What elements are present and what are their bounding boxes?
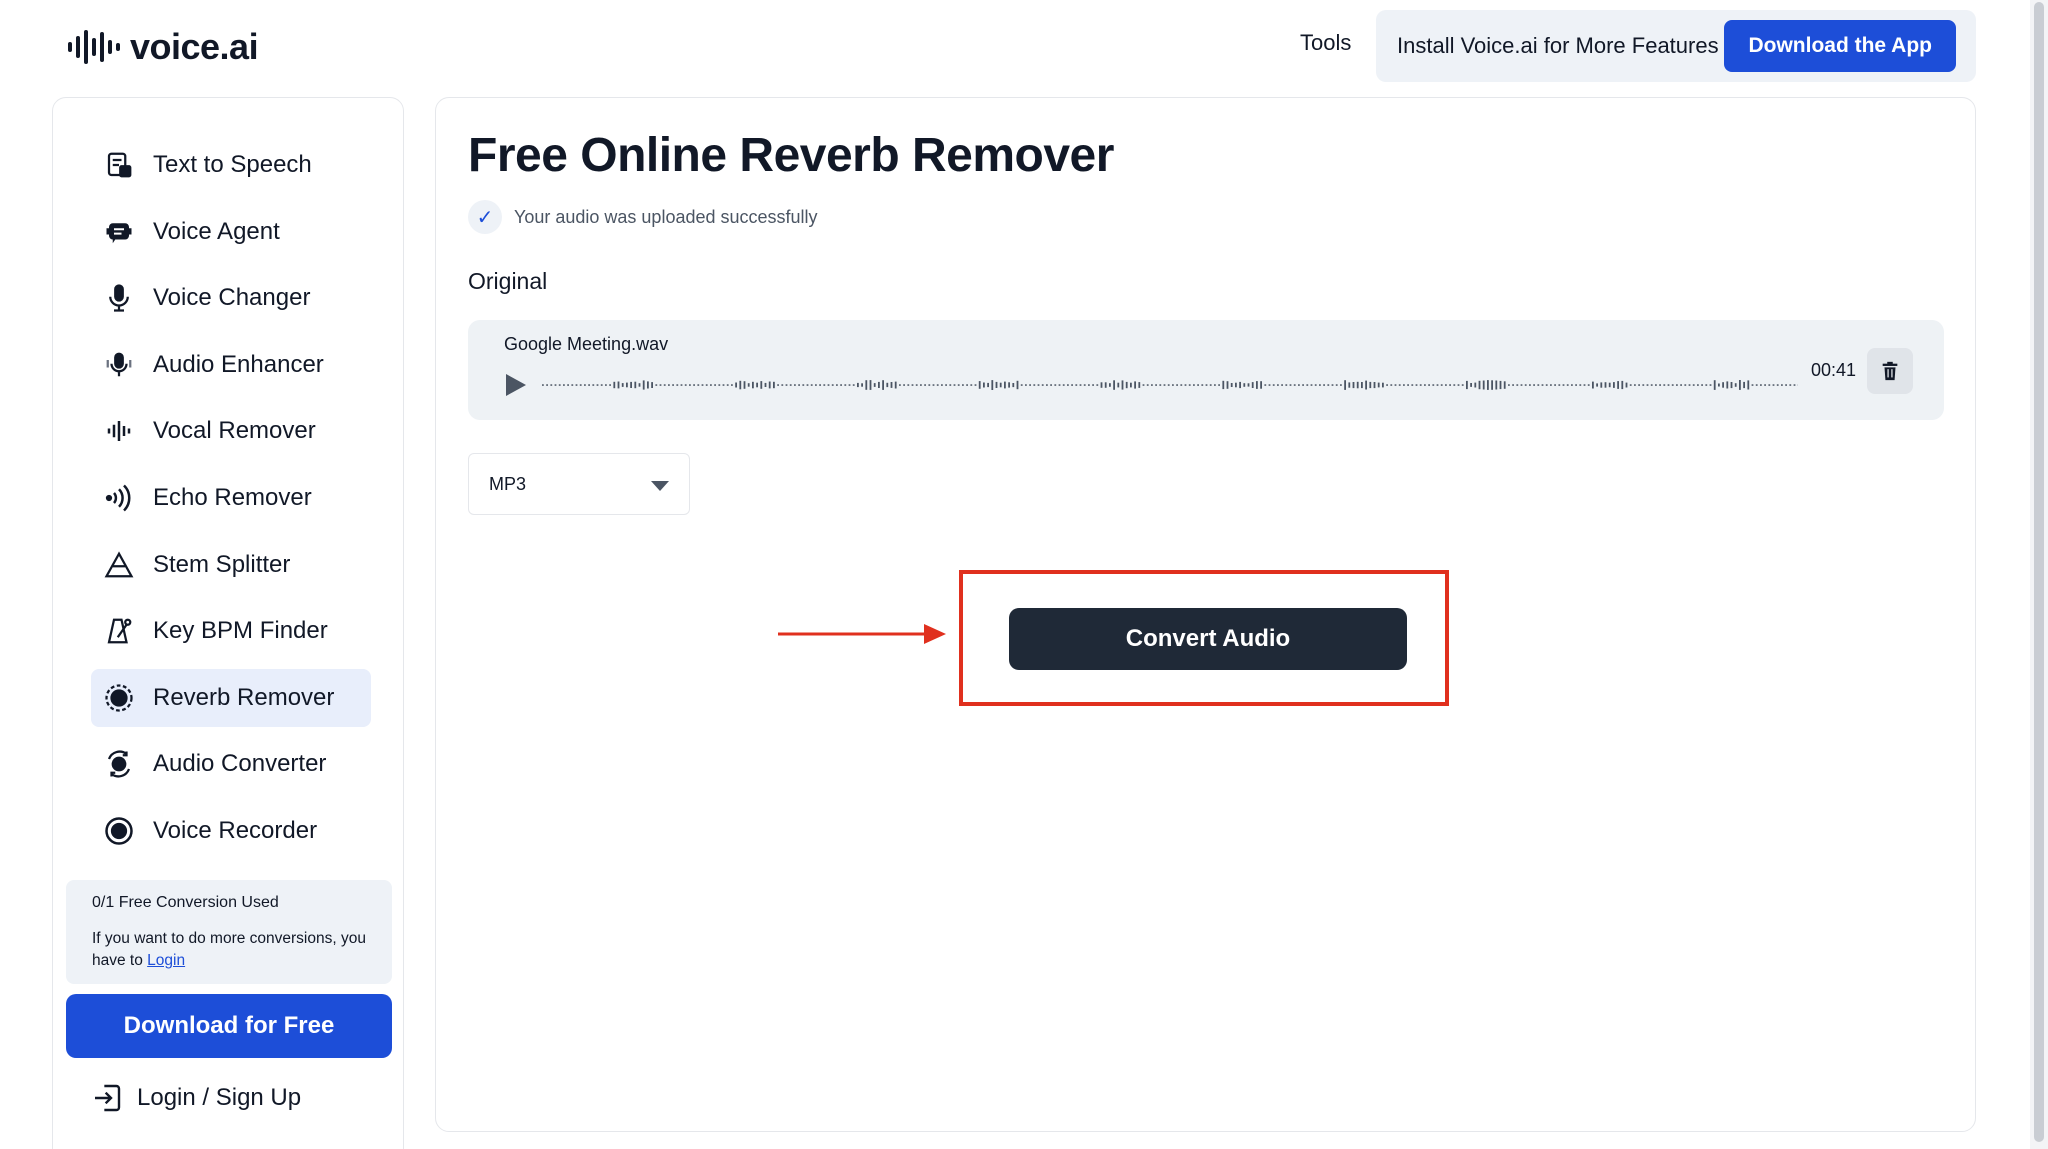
header: voice.ai Tools Install Voice.ai for More… [0, 0, 2048, 92]
sidebar-item-label: Reverb Remover [153, 683, 335, 711]
sidebar-item-label: Voice Changer [153, 284, 311, 312]
logo-text: voice.ai [130, 26, 259, 67]
sidebar-item-key-bpm-finder[interactable]: Key BPM Finder [91, 602, 371, 660]
audio-waveform[interactable] [542, 370, 1798, 400]
audio-player: Google Meeting.wav 00:41 [468, 320, 1944, 420]
sidebar-item-label: Echo Remover [153, 483, 312, 511]
sidebar-item-label: Key BPM Finder [153, 617, 328, 645]
sidebar-item-voice-changer[interactable]: Voice Changer [91, 269, 371, 327]
microphone-icon [103, 282, 135, 314]
page-title: Free Online Reverb Remover [468, 129, 1114, 182]
login-link[interactable]: Login [147, 952, 185, 969]
upload-status-text: Your audio was uploaded successfully [514, 206, 818, 227]
sidebar-item-voice-agent[interactable]: Voice Agent [91, 203, 371, 261]
delete-audio-button[interactable] [1867, 348, 1913, 394]
sidebar-item-voice-recorder[interactable]: Voice Recorder [91, 802, 371, 860]
convert-icon [103, 748, 135, 780]
record-icon [103, 815, 135, 847]
annotation-arrow-icon [778, 624, 946, 644]
metronome-icon [103, 615, 135, 647]
sidebar-item-echo-remover[interactable]: Echo Remover [91, 469, 371, 527]
audio-file-name: Google Meeting.wav [504, 334, 669, 354]
install-text: Install Voice.ai for More Features [1397, 33, 1719, 58]
text-to-speech-icon [103, 149, 135, 181]
logo[interactable]: voice.ai [68, 26, 259, 68]
download-app-button[interactable]: Download the App [1724, 20, 1956, 72]
free-conversion-message: If you want to do more conversions, you … [92, 930, 366, 969]
sidebar-item-text-to-speech[interactable]: Text to Speech [91, 136, 371, 194]
login-signup-label: Login / Sign Up [137, 1084, 302, 1111]
sidebar-item-reverb-remover[interactable]: Reverb Remover [91, 668, 371, 727]
sidebar-item-stem-splitter[interactable]: Stem Splitter [91, 536, 371, 594]
echo-waves-icon [103, 482, 135, 514]
sidebar-item-audio-converter[interactable]: Audio Converter [91, 735, 371, 793]
page-scrollbar[interactable] [2030, 0, 2048, 1149]
login-icon [95, 1084, 121, 1112]
original-label: Original [468, 268, 548, 294]
voice-agent-icon [103, 216, 135, 248]
convert-audio-button[interactable]: Convert Audio [1009, 608, 1407, 670]
sidebar: Text to Speech Voice Agent Voice Changer… [52, 97, 404, 1149]
sidebar-item-audio-enhancer[interactable]: Audio Enhancer [91, 336, 371, 394]
upload-status: ✓ Your audio was uploaded successfully [468, 200, 818, 234]
format-selected-value: MP3 [489, 473, 527, 494]
login-signup-link[interactable]: Login / Sign Up [91, 1082, 301, 1114]
main-panel: Free Online Reverb Remover ✓ Your audio … [435, 97, 1976, 1132]
reverb-icon [103, 682, 135, 714]
play-icon[interactable] [506, 374, 526, 396]
sidebar-item-label: Voice Recorder [153, 816, 318, 844]
sidebar-item-label: Audio Converter [153, 750, 327, 778]
sidebar-item-label: Text to Speech [153, 151, 312, 178]
format-select[interactable]: MP3 [468, 453, 690, 515]
trash-icon [1882, 361, 1898, 381]
sidebar-item-vocal-remover[interactable]: Vocal Remover [91, 402, 371, 460]
sidebar-item-label: Audio Enhancer [153, 350, 324, 378]
download-for-free-button[interactable]: Download for Free [66, 994, 392, 1058]
triangle-split-icon [103, 549, 135, 581]
sidebar-item-label: Voice Agent [153, 217, 280, 245]
scrollbar-thumb[interactable] [2034, 2, 2044, 1142]
install-banner: Install Voice.ai for More Features Downl… [1376, 10, 1976, 82]
check-icon: ✓ [468, 200, 502, 234]
sidebar-item-label: Vocal Remover [153, 417, 316, 445]
waveform-icon [103, 415, 135, 447]
sidebar-item-label: Stem Splitter [153, 550, 291, 578]
page: voice.ai Tools Install Voice.ai for More… [0, 0, 2048, 1149]
logo-waveform-icon [68, 27, 120, 67]
audio-enhancer-icon [103, 349, 135, 381]
nav-tools-link[interactable]: Tools [1300, 30, 1351, 56]
sidebar-nav: Text to Speech Voice Agent Voice Changer… [91, 136, 371, 869]
chevron-down-icon [651, 481, 669, 491]
free-conversion-title: 0/1 Free Conversion Used [92, 894, 279, 911]
free-conversion-box: 0/1 Free Conversion Used If you want to … [66, 880, 392, 984]
audio-duration: 00:41 [1811, 360, 1857, 380]
